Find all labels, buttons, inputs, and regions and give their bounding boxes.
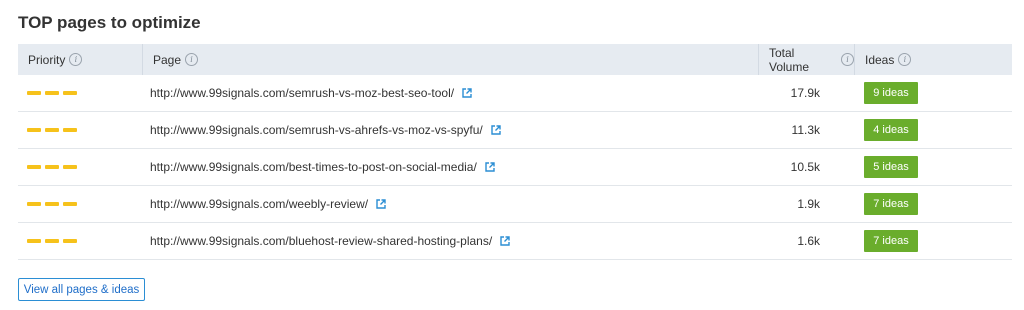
table-row: http://www.99signals.com/best-times-to-p… bbox=[18, 149, 1012, 186]
table-row: http://www.99signals.com/semrush-vs-ahre… bbox=[18, 112, 1012, 149]
table-body: http://www.99signals.com/semrush-vs-moz-… bbox=[18, 75, 1012, 260]
priority-dashes-icon bbox=[27, 112, 77, 148]
column-header-total-volume: Total Volume i bbox=[758, 44, 854, 75]
info-icon[interactable]: i bbox=[841, 53, 854, 66]
column-label-priority: Priority bbox=[28, 52, 66, 67]
page-title: TOP pages to optimize bbox=[18, 13, 201, 32]
table-row: http://www.99signals.com/weebly-review/ … bbox=[18, 186, 1012, 223]
total-volume-value: 10.5k bbox=[790, 160, 820, 174]
external-link-icon[interactable] bbox=[485, 162, 495, 172]
page-cell: http://www.99signals.com/weebly-review/ bbox=[150, 186, 386, 222]
table-row: http://www.99signals.com/bluehost-review… bbox=[18, 223, 1012, 260]
column-label-total-volume: Total Volume bbox=[769, 45, 810, 74]
priority-dashes-icon bbox=[27, 149, 77, 185]
info-icon[interactable]: i bbox=[69, 53, 83, 66]
page-url[interactable]: http://www.99signals.com/bluehost-review… bbox=[150, 234, 492, 248]
info-icon[interactable]: i bbox=[898, 53, 912, 66]
total-volume-value: 11.3k bbox=[791, 123, 820, 137]
ideas-button[interactable]: 5 ideas bbox=[864, 156, 918, 178]
column-header-ideas: Ideas i bbox=[854, 44, 1012, 75]
page-cell: http://www.99signals.com/semrush-vs-moz-… bbox=[150, 75, 472, 111]
page-url[interactable]: http://www.99signals.com/weebly-review/ bbox=[150, 197, 368, 211]
column-label-ideas: Ideas bbox=[865, 52, 895, 67]
view-all-pages-button[interactable]: View all pages & ideas bbox=[18, 278, 145, 301]
ideas-cell: 4 ideas bbox=[864, 112, 918, 148]
page-cell: http://www.99signals.com/best-times-to-p… bbox=[150, 149, 495, 185]
column-header-page: Page i bbox=[142, 44, 758, 75]
ideas-cell: 5 ideas bbox=[864, 149, 918, 185]
pages-table: Priority i Page i Total Volume i Ideas i… bbox=[18, 44, 1012, 260]
info-icon[interactable]: i bbox=[185, 53, 199, 66]
external-link-icon[interactable] bbox=[462, 88, 472, 98]
ideas-cell: 7 ideas bbox=[864, 223, 918, 259]
total-volume-value: 17.9k bbox=[790, 86, 820, 100]
ideas-button[interactable]: 7 ideas bbox=[864, 193, 918, 215]
priority-dashes-icon bbox=[27, 186, 77, 222]
page-url[interactable]: http://www.99signals.com/semrush-vs-ahre… bbox=[150, 123, 483, 137]
priority-dashes-icon bbox=[27, 75, 77, 111]
page-url[interactable]: http://www.99signals.com/best-times-to-p… bbox=[150, 160, 477, 174]
page-cell: http://www.99signals.com/bluehost-review… bbox=[150, 223, 510, 259]
external-link-icon[interactable] bbox=[500, 236, 510, 246]
external-link-icon[interactable] bbox=[491, 125, 501, 135]
page-url[interactable]: http://www.99signals.com/semrush-vs-moz-… bbox=[150, 86, 454, 100]
column-header-priority: Priority i bbox=[18, 44, 142, 75]
total-volume-value: 1.6k bbox=[797, 234, 820, 248]
ideas-button[interactable]: 7 ideas bbox=[864, 230, 918, 252]
ideas-cell: 7 ideas bbox=[864, 186, 918, 222]
ideas-cell: 9 ideas bbox=[864, 75, 918, 111]
column-label-page: Page bbox=[153, 52, 182, 67]
priority-dashes-icon bbox=[27, 223, 77, 259]
ideas-button[interactable]: 9 ideas bbox=[864, 82, 918, 104]
total-volume-value: 1.9k bbox=[797, 197, 820, 211]
ideas-button[interactable]: 4 ideas bbox=[864, 119, 918, 141]
table-header: Priority i Page i Total Volume i Ideas i bbox=[18, 44, 1012, 75]
page-cell: http://www.99signals.com/semrush-vs-ahre… bbox=[150, 112, 501, 148]
external-link-icon[interactable] bbox=[376, 199, 386, 209]
table-row: http://www.99signals.com/semrush-vs-moz-… bbox=[18, 75, 1012, 112]
